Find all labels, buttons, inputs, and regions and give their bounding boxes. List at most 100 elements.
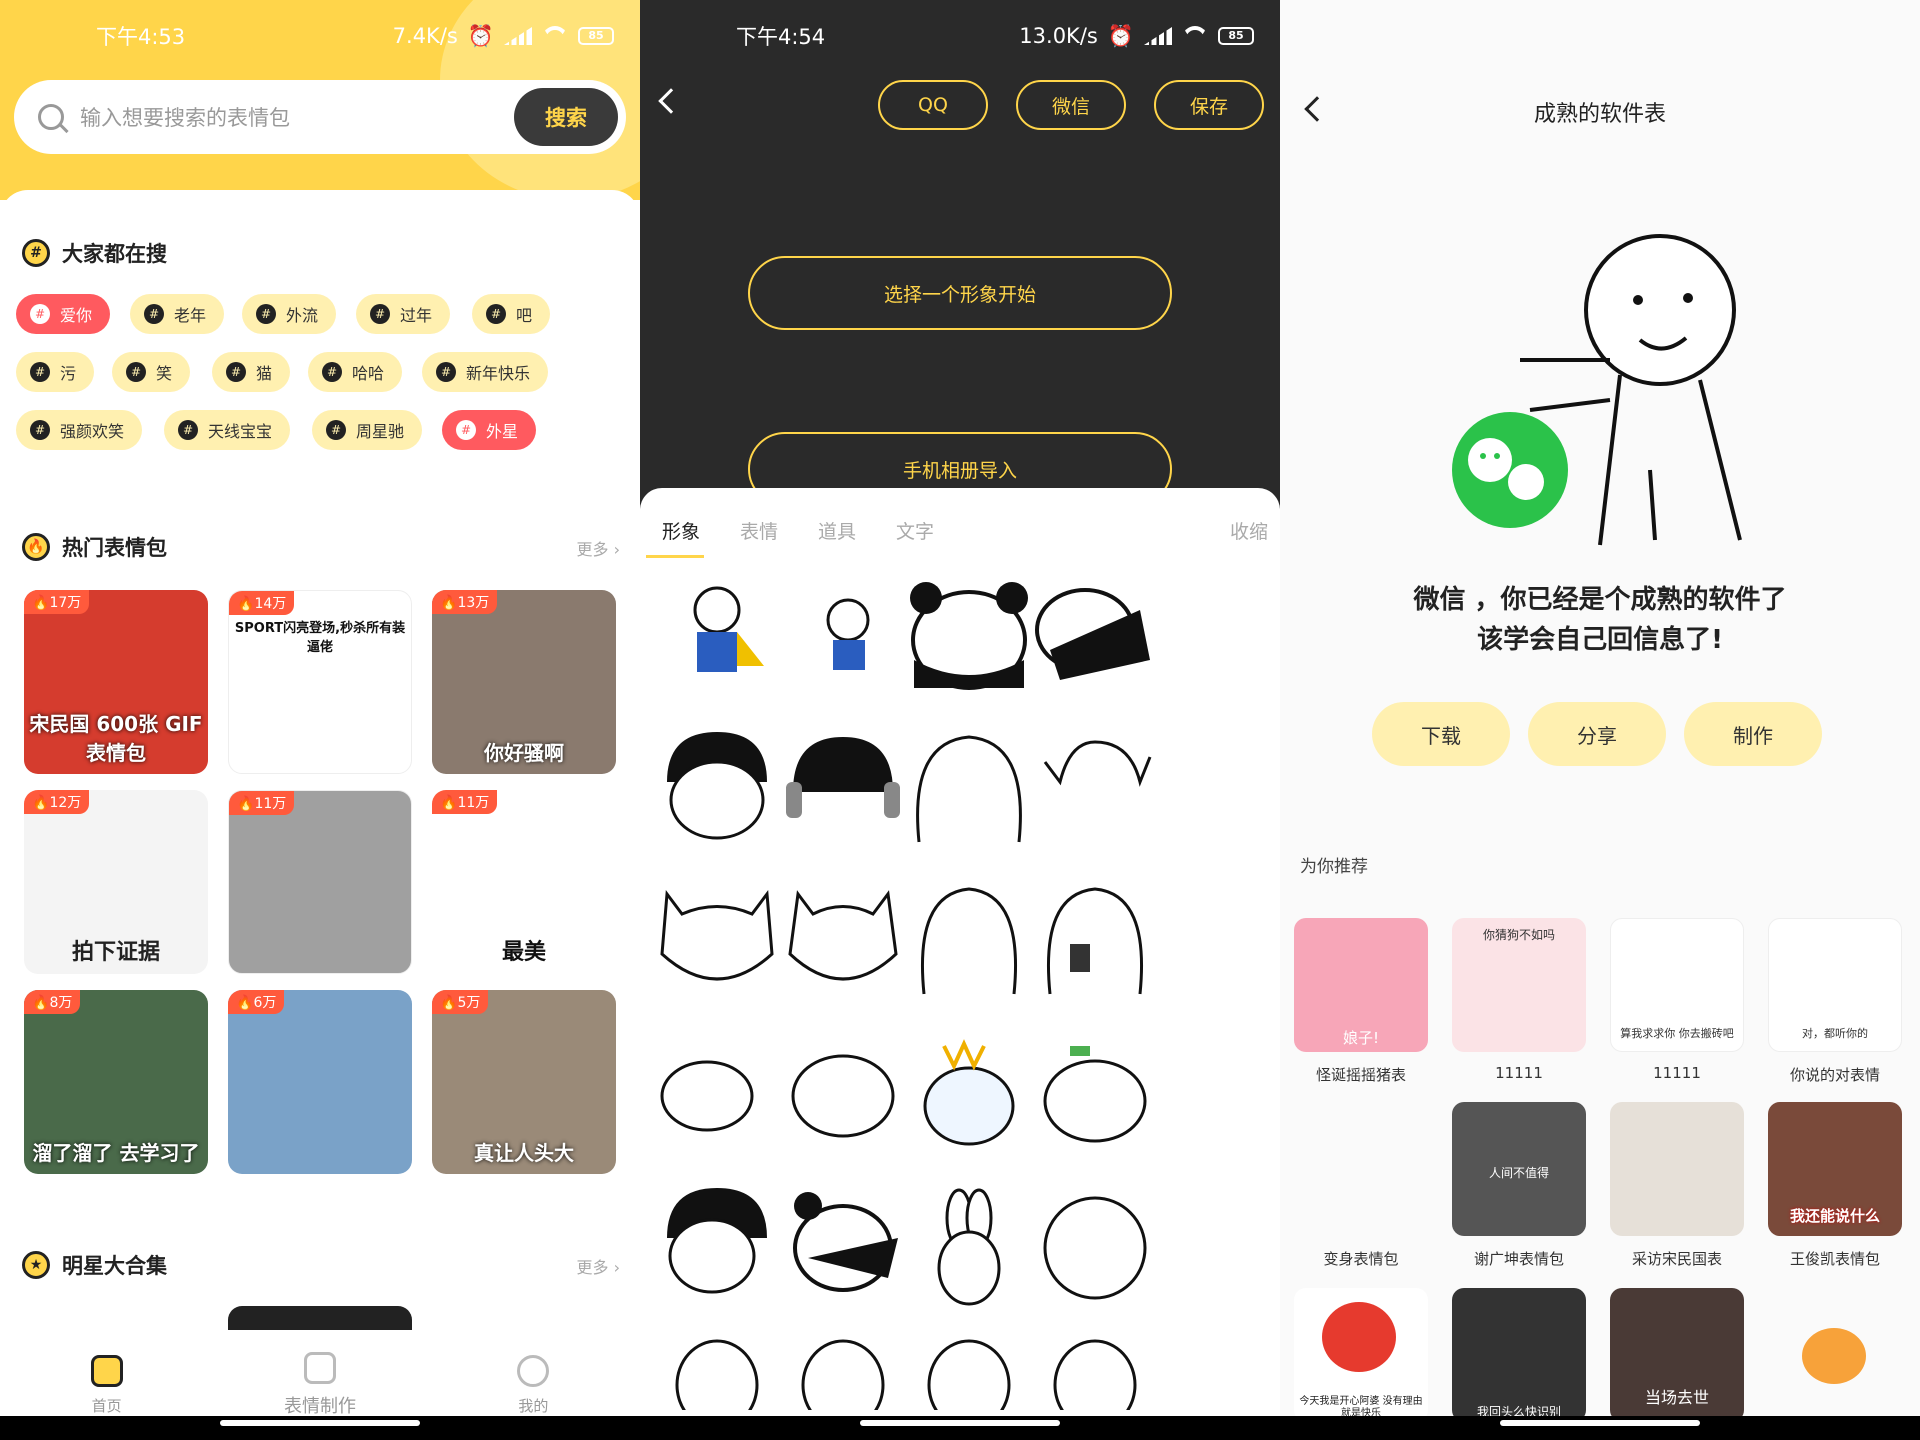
character-sticker[interactable] [1030,722,1160,852]
meme-pack-thumb[interactable]: 🔥11万 [228,790,412,974]
character-sticker[interactable] [778,570,908,700]
editor-screen: 下午4:54 13.0K/s ⏰ 85 QQ 微信 保存 选择一个形象开始 手机… [640,0,1280,1440]
character-sticker[interactable] [652,570,782,700]
tag-chip[interactable]: # 外星 [442,410,537,450]
tag-chip[interactable]: # 外流 [242,294,337,334]
fire-badge: 🔥14万 [229,591,295,615]
download-button[interactable]: 下载 [1372,702,1510,766]
meme-pack-thumb[interactable]: 🔥5万 真让人头大 [432,990,616,1174]
alarm-icon: ⏰ [467,23,494,48]
meme-pack-thumb[interactable]: 🔥14万 SPORT闪亮登场,秒杀所有装逼佬 [228,590,412,774]
tag-chip[interactable]: # 强颜欢笑 [16,410,143,450]
share-button[interactable]: 分享 [1528,702,1666,766]
home-indicator[interactable] [220,1420,420,1426]
status-time [1376,24,1383,48]
meme-pack-thumb[interactable]: 🔥12万 拍下证据 [24,790,208,974]
tag-chip[interactable]: # 新年快乐 [422,352,549,392]
tab-expression[interactable]: 表情 [722,517,796,544]
character-sticker[interactable] [904,570,1034,700]
recommend-tile[interactable]: 娘子! [1294,918,1428,1052]
home-indicator[interactable] [1500,1420,1700,1426]
tag-chip[interactable]: # 吧 [472,294,551,334]
character-sticker[interactable] [778,1178,908,1308]
recommend-tile[interactable]: 你猜狗不如吗 [1452,918,1586,1052]
fire-icon: 🔥 [22,533,50,561]
character-sticker[interactable] [652,1026,782,1156]
make-button[interactable]: 制作 [1684,702,1822,766]
tab-props[interactable]: 道具 [800,517,874,544]
recommend-tile[interactable]: 我还能说什么 [1768,1102,1902,1236]
meme-pack-thumb[interactable]: 🔥6万 [228,990,412,1174]
hot-packs-more-link[interactable]: 更多 › [577,536,621,560]
thumb-caption: 溜了溜了 去学习了 [32,1141,200,1165]
character-sticker[interactable] [778,874,908,1004]
tag-chip[interactable]: # 污 [16,352,95,392]
tag-chip[interactable]: # 爱你 [16,294,111,334]
character-sticker[interactable] [904,874,1034,1004]
recommend-tile[interactable]: 当场去世 [1610,1288,1744,1422]
tag-chip[interactable]: # 哈哈 [308,352,403,392]
tag-chip[interactable]: # 猫 [212,352,291,392]
character-sticker[interactable] [904,1178,1034,1308]
meme-pack-thumb[interactable]: 🔥11万 最美 [432,790,616,974]
share-wechat-button[interactable]: 微信 [1016,80,1126,130]
fire-badge: 🔥13万 [432,590,498,614]
character-sticker[interactable] [1030,1178,1160,1308]
character-sticker[interactable] [904,1330,1034,1410]
tag-chip[interactable]: # 老年 [130,294,225,334]
recommend-name: 谢广坤表情包 [1473,1250,1564,1268]
tab-text[interactable]: 文字 [878,517,952,544]
edit-icon [303,1352,336,1384]
character-sticker[interactable] [778,1026,908,1156]
wifi-icon [1182,26,1208,46]
character-sticker[interactable] [1030,874,1160,1004]
hot-search-header: # 大家都在搜 [22,238,167,268]
recommend-tile[interactable] [1768,1288,1902,1422]
share-qq-button[interactable]: QQ [878,80,988,130]
wifi-icon [542,26,568,46]
recommend-tile[interactable]: 人间不值得 [1452,1102,1586,1236]
search-bar[interactable]: 输入想要搜索的表情包 搜索 [14,80,626,154]
alarm-icon: ⏰ [1107,23,1134,48]
tag-chip[interactable]: # 天线宝宝 [164,410,291,450]
choose-character-button[interactable]: 选择一个形象开始 [748,256,1172,330]
tag-chip[interactable]: # 笑 [112,352,191,392]
character-sticker[interactable] [778,722,908,852]
status-time: 下午4:54 [736,25,826,49]
hashtag-icon: # [30,420,50,440]
search-input[interactable]: 输入想要搜索的表情包 [80,102,290,132]
character-sticker[interactable] [652,722,782,852]
collapse-button[interactable]: 收缩 [1230,517,1268,544]
stars-more-link[interactable]: 更多 › [577,1254,621,1278]
character-sticker[interactable] [904,1026,1034,1156]
meme-pack-thumb[interactable]: 🔥8万 溜了溜了 去学习了 [24,990,208,1174]
recommend-tile[interactable]: 算我求求你 你去搬砖吧 [1610,918,1744,1052]
status-bar: 下午4:53 7.4K/s ⏰ 85 [0,0,640,72]
tag-chip[interactable]: # 过年 [356,294,451,334]
character-sticker[interactable] [652,1178,782,1308]
character-sticker[interactable] [904,722,1034,852]
character-sticker[interactable] [778,1330,908,1410]
recommend-tile[interactable]: 我回头么快识别 [1452,1288,1586,1422]
character-sticker[interactable] [1030,570,1160,700]
meme-pack-thumb[interactable]: 🔥17万 宋民国 600张 GIF 表情包 [24,590,208,774]
recommend-tile[interactable]: 今天我是开心阿婆 没有理由 就是快乐 [1294,1288,1428,1422]
tag-chip[interactable]: # 周星驰 [312,410,423,450]
smile-icon [517,1354,550,1387]
hashtag-icon: # [326,420,346,440]
tab-character[interactable]: 形象 [644,517,718,558]
search-button[interactable]: 搜索 [514,88,618,146]
home-indicator[interactable] [860,1420,1060,1426]
save-button[interactable]: 保存 [1154,80,1264,130]
character-sticker[interactable] [652,1330,782,1410]
recommend-tile[interactable]: 对，都听你的 [1768,918,1902,1052]
meme-pack-thumb[interactable]: 🔥13万你好骚啊 [432,590,616,774]
character-sticker[interactable] [1030,1330,1160,1410]
recommend-name: 王俊凯表情包 [1789,1250,1880,1268]
back-icon[interactable] [658,88,684,114]
character-sticker[interactable] [1030,1026,1160,1156]
thumb-caption: 你好骚啊 [484,741,564,765]
character-sticker[interactable] [652,874,782,1004]
status-bar: 下午4:54 13.0K/s ⏰ 85 [640,0,1280,72]
recommend-tile[interactable] [1610,1102,1744,1236]
